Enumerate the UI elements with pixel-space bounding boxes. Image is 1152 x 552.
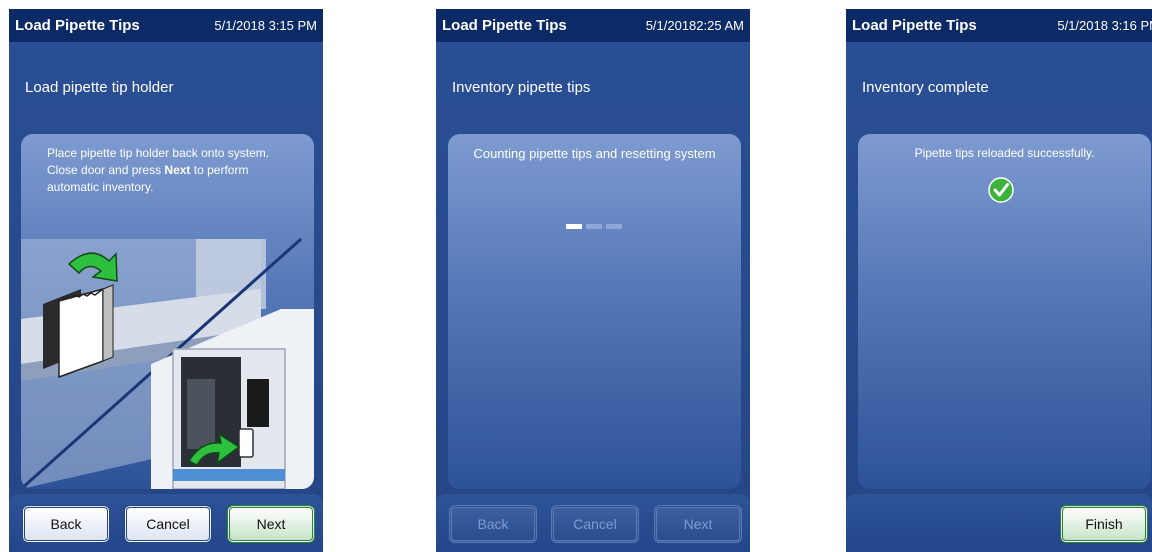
button-bar: Finish bbox=[846, 494, 1152, 552]
step-heading: Load pipette tip holder bbox=[25, 79, 174, 96]
progress-segment bbox=[606, 224, 622, 229]
progress-indicator bbox=[566, 224, 622, 229]
button-bar: Back Cancel Next bbox=[9, 494, 323, 552]
back-button[interactable]: Back bbox=[22, 505, 110, 543]
datetime: 5/1/2018 3:16 PM bbox=[1057, 18, 1152, 33]
cancel-button[interactable]: Cancel bbox=[551, 505, 639, 543]
content-panel: Pipette tips reloaded successfully. bbox=[858, 134, 1151, 489]
instruction-pre: Close door and press bbox=[47, 163, 165, 177]
screen-title: Load Pipette Tips bbox=[15, 17, 140, 34]
instructions-text: Place pipette tip holder back onto syste… bbox=[47, 145, 300, 196]
cancel-button[interactable]: Cancel bbox=[124, 505, 212, 543]
datetime: 5/1/2018 3:15 PM bbox=[214, 18, 317, 33]
check-circle-icon bbox=[988, 177, 1014, 203]
instruction-next-bold: Next bbox=[164, 163, 191, 177]
progress-message: Counting pipette tips and resetting syst… bbox=[473, 146, 716, 161]
success-message: Pipette tips reloaded successfully. bbox=[914, 146, 1095, 160]
step-heading: Inventory pipette tips bbox=[452, 79, 591, 96]
datetime: 5/1/20182:25 AM bbox=[645, 18, 744, 33]
tip-holder-illustration bbox=[21, 237, 314, 489]
inventory-complete-screen: Load Pipette Tips 5/1/2018 3:16 PM Inven… bbox=[846, 9, 1152, 552]
back-button[interactable]: Back bbox=[449, 505, 537, 543]
screen-title: Load Pipette Tips bbox=[442, 17, 567, 34]
title-bar: Load Pipette Tips 5/1/20182:25 AM bbox=[436, 9, 750, 42]
instruction-line-1: Place pipette tip holder back onto syste… bbox=[47, 146, 270, 160]
next-button[interactable]: Next bbox=[227, 505, 315, 543]
inventory-screen: Load Pipette Tips 5/1/20182:25 AM Invent… bbox=[436, 9, 750, 552]
button-bar: Back Cancel Next bbox=[436, 494, 750, 552]
next-button[interactable]: Next bbox=[654, 505, 742, 543]
screen-title: Load Pipette Tips bbox=[852, 17, 977, 34]
load-tip-holder-screen: Load Pipette Tips 5/1/2018 3:15 PM Load … bbox=[9, 9, 323, 552]
content-panel: Counting pipette tips and resetting syst… bbox=[448, 134, 741, 489]
content-panel: Place pipette tip holder back onto syste… bbox=[21, 134, 314, 489]
finish-button[interactable]: Finish bbox=[1060, 505, 1148, 543]
progress-segment bbox=[586, 224, 602, 229]
progress-segment bbox=[566, 224, 582, 229]
title-bar: Load Pipette Tips 5/1/2018 3:15 PM bbox=[9, 9, 323, 42]
title-bar: Load Pipette Tips 5/1/2018 3:16 PM bbox=[846, 9, 1152, 42]
step-heading: Inventory complete bbox=[862, 79, 989, 96]
